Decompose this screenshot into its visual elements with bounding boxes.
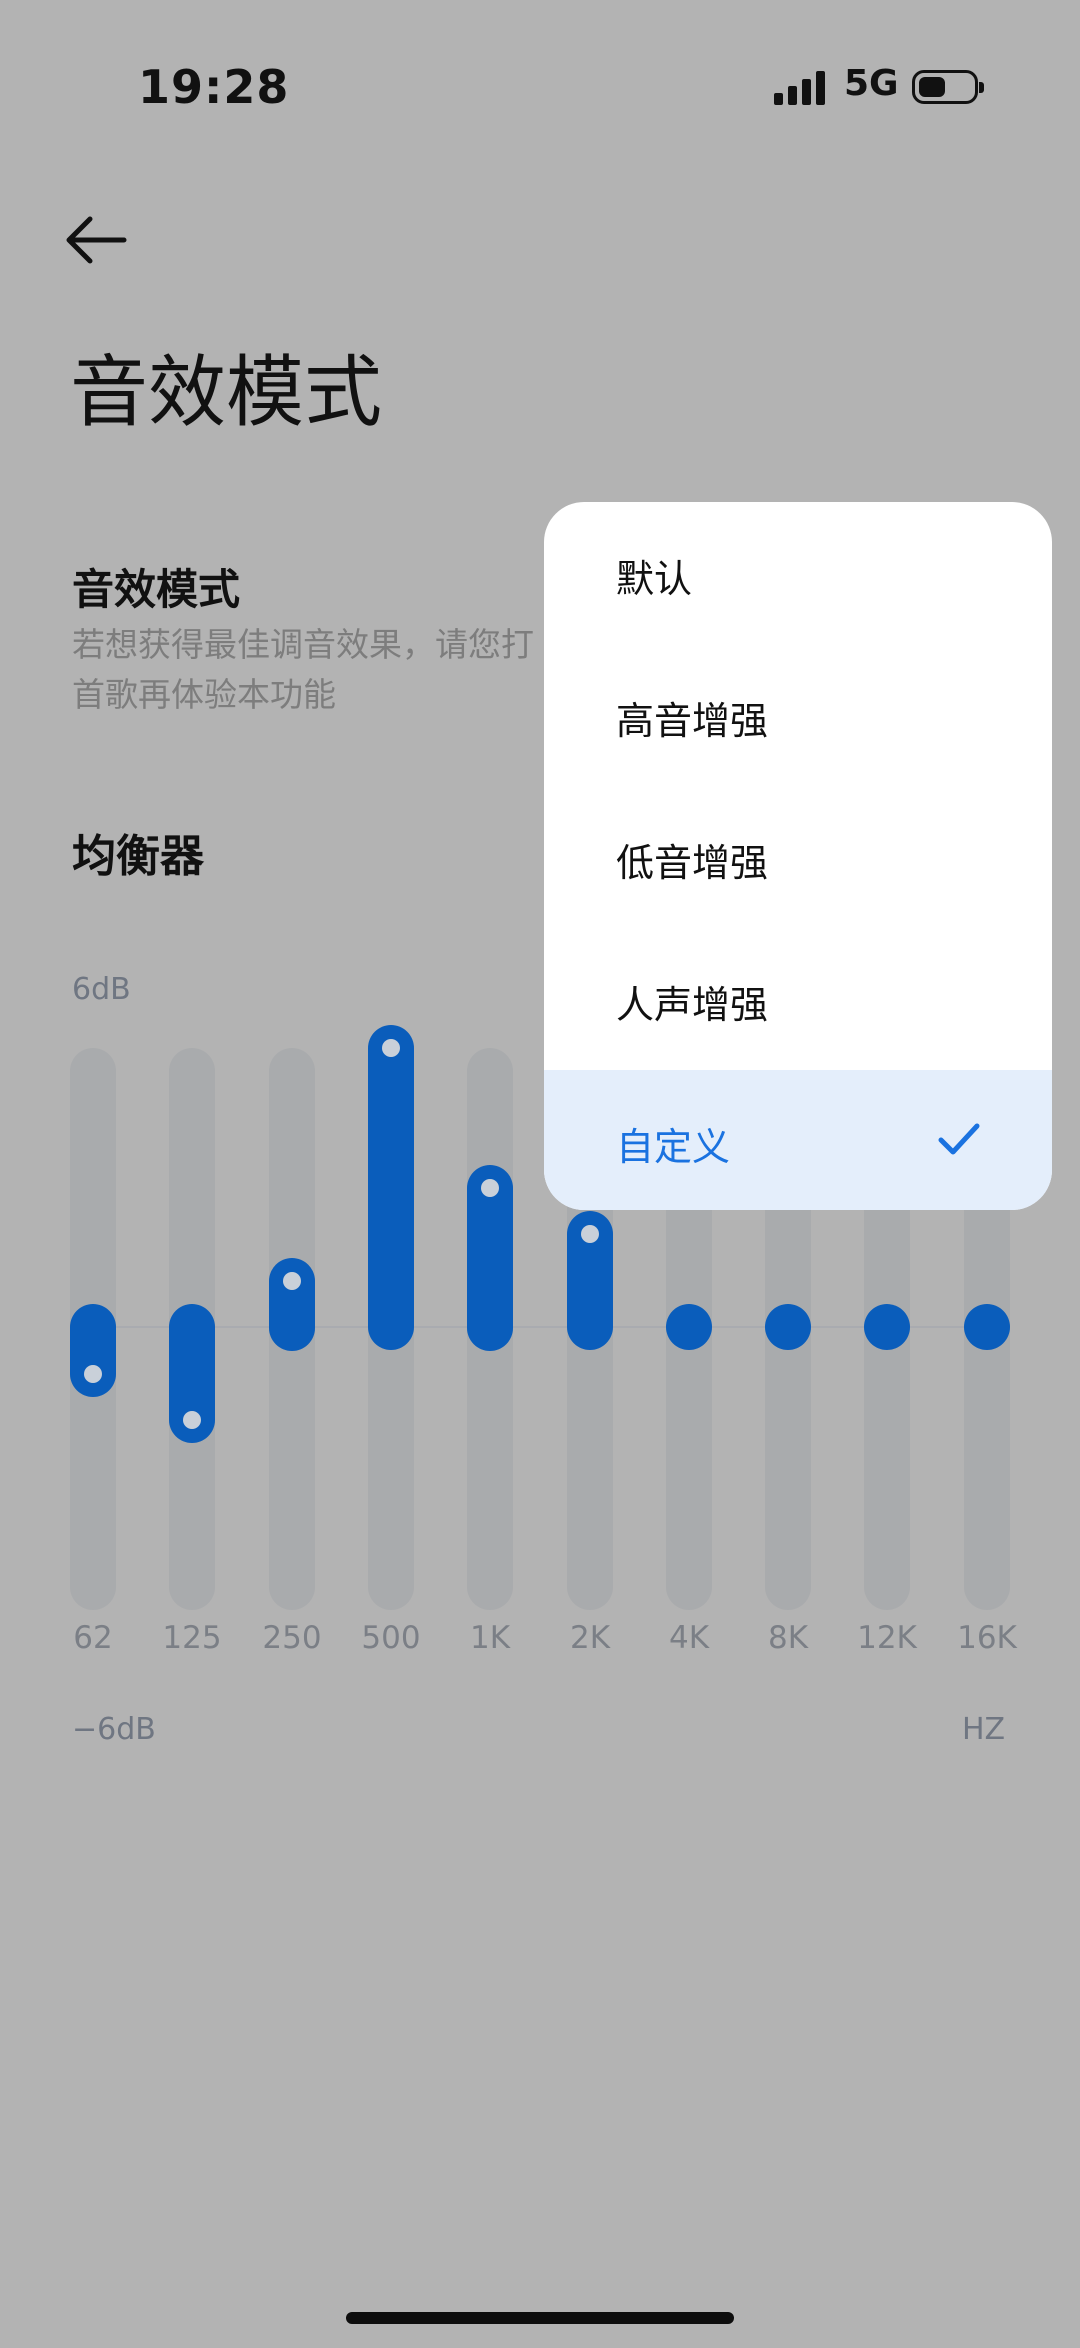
eq-band-handle[interactable] <box>283 1272 301 1290</box>
sound-mode-title: 音效模式 <box>72 565 241 614</box>
eq-frequency-label: 4K <box>668 1620 710 1656</box>
checkmark-icon <box>938 1123 980 1155</box>
eq-band-handle[interactable] <box>183 1411 201 1429</box>
eq-band-bar[interactable] <box>864 1304 910 1350</box>
menu-item-label: 人声增强 <box>616 983 769 1027</box>
eq-frequency-label: 16K <box>957 1620 1017 1656</box>
eq-frequency-label: 8K <box>767 1620 809 1656</box>
menu-item-label: 默认 <box>616 557 693 601</box>
eq-frequency-label: 62 <box>73 1620 113 1656</box>
equalizer-unit-label: HZ <box>962 1712 1006 1747</box>
signal-icon <box>774 71 828 105</box>
eq-frequency-label: 2K <box>569 1620 611 1656</box>
eq-band-handle[interactable] <box>382 1039 400 1057</box>
sound-mode-dropdown: 默认 高音增强 低音增强 人声增强 自定义 <box>544 502 1052 1210</box>
eq-frequency-label: 1K <box>469 1620 511 1656</box>
menu-item-default[interactable]: 默认 <box>544 502 1052 644</box>
eq-frequency-label: 125 <box>162 1620 222 1656</box>
eq-band-handle[interactable] <box>84 1365 102 1383</box>
menu-item-treble-boost[interactable]: 高音增强 <box>544 644 1052 786</box>
equalizer-title: 均衡器 <box>72 831 204 882</box>
menu-item-label: 低音增强 <box>616 841 769 885</box>
eq-frequency-label: 500 <box>361 1620 421 1656</box>
menu-item-label: 自定义 <box>616 1125 731 1169</box>
eq-band-bar[interactable] <box>765 1304 811 1350</box>
equalizer-min-label: −6dB <box>72 1712 156 1747</box>
equalizer-max-label: 6dB <box>72 972 131 1007</box>
menu-item-bass-boost[interactable]: 低音增强 <box>544 786 1052 928</box>
menu-item-vocal-boost[interactable]: 人声增强 <box>544 928 1052 1070</box>
eq-band-bar[interactable] <box>666 1304 712 1350</box>
battery-icon <box>912 70 984 104</box>
status-time: 19:28 <box>138 60 290 114</box>
eq-frequency-label: 250 <box>262 1620 322 1656</box>
menu-item-custom[interactable]: 自定义 <box>544 1070 1052 1210</box>
back-button[interactable] <box>62 210 132 270</box>
sound-mode-description: 若想获得最佳调音效果，请您打 首歌再体验本功能 <box>72 620 572 720</box>
menu-item-label: 高音增强 <box>616 699 769 743</box>
eq-band-handle[interactable] <box>481 1179 499 1197</box>
eq-band-handle[interactable] <box>581 1225 599 1243</box>
eq-frequency-label: 12K <box>857 1620 917 1656</box>
network-type: 5G <box>844 63 899 104</box>
description-line-2: 首歌再体验本功能 <box>72 675 336 714</box>
eq-band-bar[interactable] <box>964 1304 1010 1350</box>
eq-band-bar[interactable] <box>70 1304 116 1397</box>
page-title: 音效模式 <box>70 348 383 438</box>
description-line-1: 若想获得最佳调音效果，请您打 <box>72 625 534 664</box>
home-indicator[interactable] <box>346 2312 734 2324</box>
eq-band-bar[interactable] <box>368 1025 414 1350</box>
back-arrow-icon <box>66 216 127 264</box>
